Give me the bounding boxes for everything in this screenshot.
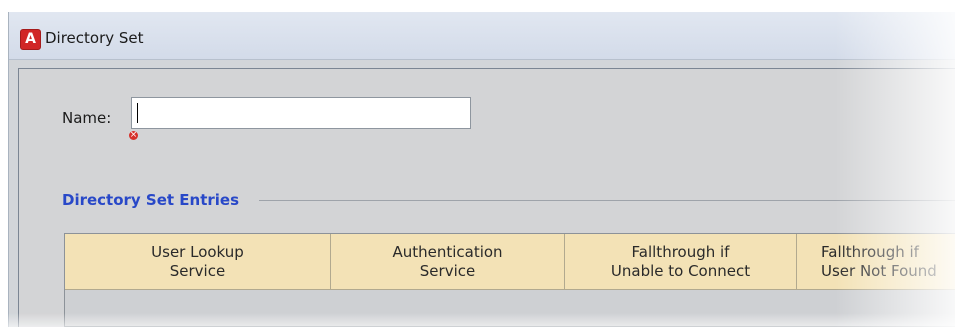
column-header-fallthrough-unable-to-connect[interactable]: Fallthrough if Unable to Connect	[565, 234, 797, 290]
text-cursor	[137, 103, 138, 123]
column-header-fallthrough-user-not-found[interactable]: Fallthrough if User Not Found	[797, 234, 955, 290]
section-title: Directory Set Entries	[62, 191, 240, 209]
column-header-authentication-service[interactable]: Authentication Service	[331, 234, 565, 290]
title-bar[interactable]: A Directory Set	[9, 12, 955, 60]
directory-entries-table[interactable]: User Lookup Service Authentication Servi…	[64, 233, 955, 327]
dialog-content: Name: × Directory Set Entries User Looku…	[18, 68, 955, 327]
app-logo-icon: A	[20, 29, 41, 50]
window-title: Directory Set	[45, 29, 144, 47]
error-x-icon: ×	[129, 130, 138, 140]
directory-set-window: A Directory Set Name: × Directory Set En…	[9, 12, 955, 327]
section-divider	[259, 200, 955, 201]
name-label: Name:	[62, 109, 112, 127]
table-header: User Lookup Service Authentication Servi…	[65, 234, 955, 290]
column-header-user-lookup-service[interactable]: User Lookup Service	[65, 234, 331, 290]
name-input[interactable]	[131, 97, 471, 129]
